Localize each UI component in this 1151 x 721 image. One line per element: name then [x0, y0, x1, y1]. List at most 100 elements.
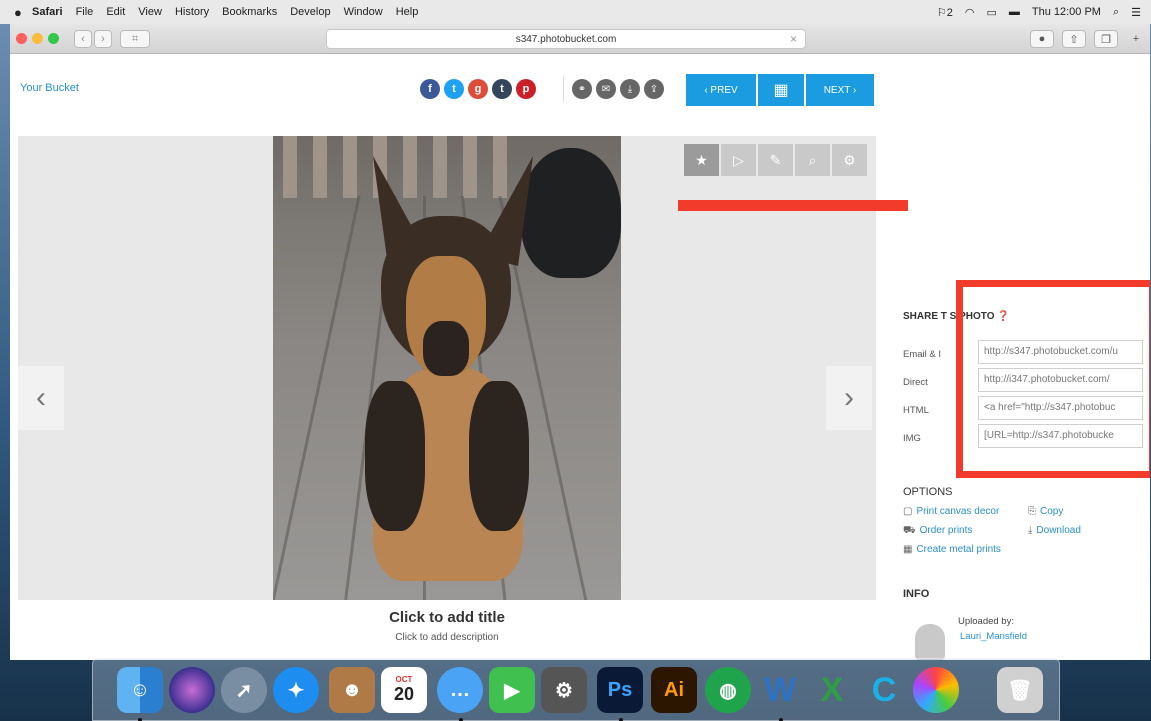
social-share-bar: f t g t p — [420, 79, 536, 99]
illustrator-icon[interactable]: Ai — [651, 667, 697, 713]
photo-description[interactable]: Click to add description — [10, 632, 884, 643]
screen: ● Safari File Edit View History Bookmark… — [0, 0, 1151, 721]
copy-link[interactable]: ⎘ Copy — [1028, 506, 1063, 517]
evernote-icon[interactable]: ◍ — [705, 667, 751, 713]
link-icon[interactable]: ⚭ — [572, 79, 592, 99]
tumblr-icon[interactable]: t — [492, 79, 512, 99]
order-prints-link[interactable]: ⛟ Order prints — [903, 525, 972, 538]
edit-icon[interactable]: ✎ — [758, 144, 793, 176]
dog-photo[interactable] — [273, 136, 621, 600]
google-plus-icon[interactable]: g — [468, 79, 488, 99]
facetime-icon[interactable]: ▶ — [489, 667, 535, 713]
airplay-icon[interactable]: ▭ — [986, 6, 996, 19]
email-icon[interactable]: ✉ — [596, 79, 616, 99]
previous-photo-arrow[interactable]: ‹ — [18, 366, 64, 430]
system-preferences-icon[interactable]: ⚙ — [541, 667, 587, 713]
option-label: Order prints — [919, 525, 973, 536]
menu-window[interactable]: Window — [344, 6, 383, 18]
spotlight-icon[interactable]: ⌕ — [1113, 6, 1119, 19]
browser-toolbar: ‹ › ⌗ s347.photobucket.com × ● ⇧ ❐ + — [10, 24, 1150, 54]
photo-tools: ★ ▷ ✎ ⌕ ⚙ — [684, 144, 867, 176]
calendar-icon[interactable]: OCT 20 — [381, 667, 427, 713]
calendar-month: OCT — [395, 675, 413, 684]
window-controls — [16, 33, 59, 44]
next-button[interactable]: NEXT › — [806, 74, 874, 106]
play-icon[interactable]: ▷ — [721, 144, 756, 176]
menu-help[interactable]: Help — [396, 6, 419, 18]
metal-prints-link[interactable]: ▦ Create metal prints — [903, 544, 1001, 555]
share-icon[interactable]: ⇪ — [644, 79, 664, 99]
battery-icon[interactable]: ▬ — [1009, 6, 1020, 18]
menu-safari[interactable]: Safari — [32, 6, 63, 18]
download-link[interactable]: ⤓ Download — [1028, 525, 1081, 536]
siri-icon[interactable] — [169, 667, 215, 713]
back-button[interactable]: ‹ — [74, 30, 92, 48]
minimize-window-button[interactable] — [32, 33, 43, 44]
creative-cloud-icon[interactable]: C — [861, 667, 907, 713]
menu-history[interactable]: History — [175, 6, 209, 18]
notification-center-icon[interactable]: ☰ — [1131, 6, 1141, 19]
dog-fur — [469, 381, 529, 531]
forward-button[interactable]: › — [94, 30, 112, 48]
photos-icon[interactable] — [913, 667, 959, 713]
dog-snout — [423, 321, 469, 376]
share-row-label: HTML — [903, 405, 929, 416]
grid-icon[interactable]: ▦ — [758, 74, 804, 106]
close-window-button[interactable] — [16, 33, 27, 44]
menu-view[interactable]: View — [138, 6, 162, 18]
deck-railing — [313, 136, 327, 198]
menu-edit[interactable]: Edit — [106, 6, 125, 18]
your-bucket-link[interactable]: Your Bucket — [20, 82, 79, 94]
metal-icon: ▦ — [903, 544, 913, 555]
photo-title[interactable]: Click to add title — [10, 609, 884, 626]
share-row-label: IMG — [903, 433, 921, 444]
prev-button[interactable]: ‹ PREV — [686, 74, 756, 106]
divider — [563, 76, 564, 102]
dock: ☺ ➚ ✦ ☻ OCT 20 … ▶ ⚙ Ps Ai ◍ W X C 🗑 — [92, 658, 1060, 721]
menu-develop[interactable]: Develop — [290, 6, 330, 18]
contacts-icon[interactable]: ☻ — [329, 667, 375, 713]
option-label: Print canvas decor — [916, 506, 1000, 517]
facebook-icon[interactable]: f — [420, 79, 440, 99]
new-tab-icon[interactable]: + — [1126, 30, 1146, 48]
trash-icon[interactable]: 🗑 — [997, 667, 1043, 713]
zoom-window-button[interactable] — [48, 33, 59, 44]
twitter-icon[interactable]: t — [444, 79, 464, 99]
address-bar[interactable]: s347.photobucket.com × — [326, 29, 806, 49]
safari-icon[interactable]: ✦ — [273, 667, 319, 713]
close-icon[interactable]: × — [790, 32, 797, 46]
gear-icon[interactable]: ⚙ — [832, 144, 867, 176]
option-label: Copy — [1040, 506, 1064, 517]
next-photo-arrow[interactable]: › — [826, 366, 872, 430]
canvas-icon: ▢ — [903, 506, 913, 517]
menu-bookmarks[interactable]: Bookmarks — [222, 6, 277, 18]
zoom-icon[interactable]: ⌕ — [795, 144, 830, 176]
status-area: ⚐2 ◠ ▭ ▬ Thu 12:00 PM ⌕ ☰ — [937, 0, 1141, 24]
wifi-icon[interactable]: ◠ — [965, 6, 975, 19]
option-label: Create metal prints — [916, 544, 1001, 555]
share-icon[interactable]: ⇧ — [1062, 30, 1086, 48]
photoshop-icon[interactable]: Ps — [597, 667, 643, 713]
pinterest-icon[interactable]: p — [516, 79, 536, 99]
word-icon[interactable]: W — [757, 667, 803, 713]
uploaded-by-label: Uploaded by: — [958, 616, 1014, 627]
excel-icon[interactable]: X — [809, 667, 855, 713]
star-icon[interactable]: ★ — [684, 144, 719, 176]
avatar[interactable] — [915, 624, 945, 660]
uploader-link[interactable]: Lauri_Mansfield — [960, 631, 1027, 642]
deck-railing — [283, 136, 297, 198]
tab-overview-button[interactable]: ⌗ — [120, 30, 150, 48]
input-menu-icon[interactable]: ⚐2 — [937, 6, 953, 19]
download-icon[interactable]: ● — [1030, 30, 1054, 48]
option-label: Download — [1036, 525, 1081, 536]
clock[interactable]: Thu 12:00 PM — [1032, 6, 1101, 18]
print-canvas-link[interactable]: ▢ Print canvas decor — [903, 506, 999, 517]
menu-file[interactable]: File — [76, 6, 94, 18]
tabs-icon[interactable]: ❐ — [1094, 30, 1118, 48]
action-icons: ⚭ ✉ ⤓ ⇪ — [572, 79, 664, 99]
messages-icon[interactable]: … — [437, 667, 483, 713]
download-icon[interactable]: ⤓ — [620, 79, 640, 99]
finder-icon[interactable]: ☺ — [117, 667, 163, 713]
apple-menu-icon[interactable]: ● — [14, 5, 32, 20]
launchpad-icon[interactable]: ➚ — [221, 667, 267, 713]
